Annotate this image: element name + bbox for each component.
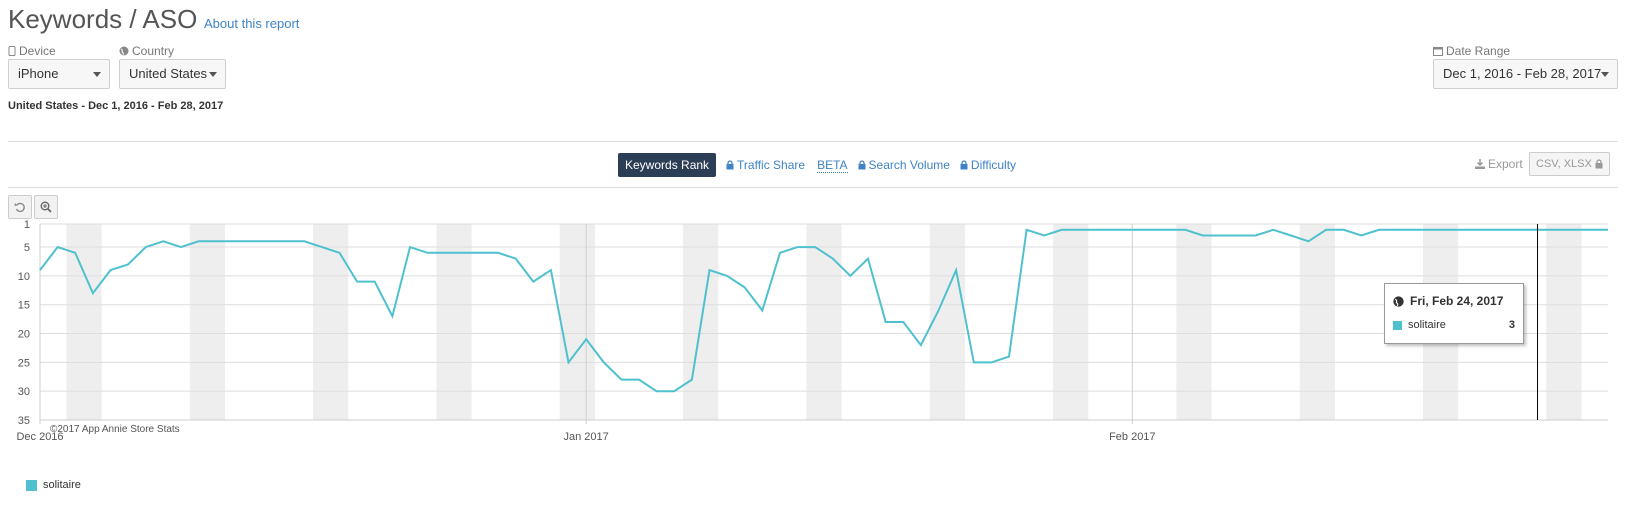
globe-icon bbox=[119, 46, 129, 56]
chevron-down-icon bbox=[1601, 72, 1609, 77]
lock-icon bbox=[858, 160, 866, 170]
metric-tabs: Keywords Rank Traffic Share BETA Search … bbox=[618, 153, 1016, 177]
export-button[interactable]: Export bbox=[1475, 157, 1523, 171]
tab-search-volume[interactable]: Search Volume bbox=[858, 158, 950, 172]
date-range-label: Date Range bbox=[1433, 44, 1510, 58]
rank-chart[interactable]: 15101520253035 Dec 2016 Jan 2017 Feb 2017 … bbox=[0, 220, 1626, 460]
undo-icon bbox=[14, 202, 25, 213]
zoom-button[interactable] bbox=[34, 195, 58, 219]
tooltip-row: solitaire 3 bbox=[1393, 319, 1515, 331]
series-swatch bbox=[26, 479, 37, 491]
beta-badge[interactable]: BETA bbox=[817, 158, 848, 173]
weekend-band bbox=[313, 224, 349, 420]
tooltip-header: Fri, Feb 24, 2017 bbox=[1393, 294, 1503, 308]
x-tick-label: Feb 2017 bbox=[1109, 431, 1155, 443]
lock-icon bbox=[960, 160, 968, 170]
weekend-band bbox=[929, 224, 965, 420]
date-range-select[interactable]: Dec 1, 2016 - Feb 28, 2017 bbox=[1433, 59, 1618, 89]
device-select[interactable]: iPhone bbox=[8, 59, 110, 89]
lock-icon bbox=[1595, 159, 1603, 169]
lock-icon bbox=[726, 160, 734, 170]
chart-tooltip: Fri, Feb 24, 2017 solitaire 3 bbox=[1384, 283, 1524, 344]
weekend-band bbox=[1053, 224, 1089, 420]
globe-icon bbox=[1393, 295, 1404, 307]
weekend-band bbox=[189, 224, 225, 420]
tab-traffic-share[interactable]: Traffic Share bbox=[726, 158, 805, 172]
zoom-in-icon bbox=[40, 201, 52, 213]
chart-credit: ©2017 App Annie Store Stats bbox=[50, 424, 180, 435]
y-tick-label: 20 bbox=[18, 329, 30, 341]
report-summary: United States - Dec 1, 2016 - Feb 28, 20… bbox=[8, 100, 224, 112]
weekend-band bbox=[559, 224, 595, 420]
about-report-link[interactable]: About this report bbox=[204, 16, 299, 31]
y-tick-label: 15 bbox=[18, 300, 30, 312]
download-icon bbox=[1475, 159, 1485, 169]
legend-item-solitaire[interactable]: solitaire bbox=[26, 479, 81, 491]
tab-difficulty[interactable]: Difficulty bbox=[960, 158, 1016, 172]
reset-zoom-button[interactable] bbox=[8, 195, 32, 219]
tab-keywords-rank[interactable]: Keywords Rank bbox=[618, 153, 717, 177]
mobile-icon bbox=[8, 46, 16, 56]
series-swatch bbox=[1393, 320, 1402, 330]
y-tick-label: 25 bbox=[18, 357, 30, 369]
page-title: Keywords / ASO bbox=[8, 4, 198, 34]
y-tick-label: 5 bbox=[24, 242, 30, 254]
weekend-band bbox=[1546, 224, 1582, 420]
calendar-icon bbox=[1433, 47, 1443, 56]
divider bbox=[8, 187, 1618, 188]
y-tick-label: 30 bbox=[18, 386, 30, 398]
chevron-down-icon bbox=[209, 72, 217, 77]
y-tick-label: 35 bbox=[18, 415, 30, 427]
country-label: Country bbox=[119, 44, 174, 58]
x-tick-label: Jan 2017 bbox=[564, 431, 609, 443]
y-tick-label: 1 bbox=[24, 220, 30, 231]
weekend-band bbox=[1299, 224, 1335, 420]
device-label: Device bbox=[8, 44, 56, 58]
y-tick-label: 10 bbox=[18, 271, 30, 283]
country-select[interactable]: United States bbox=[119, 59, 226, 89]
weekend-band bbox=[66, 224, 102, 420]
divider bbox=[8, 141, 1618, 142]
export-format-button[interactable]: CSV, XLSX bbox=[1529, 152, 1610, 176]
weekend-band bbox=[1176, 224, 1212, 420]
chevron-down-icon bbox=[93, 72, 101, 77]
